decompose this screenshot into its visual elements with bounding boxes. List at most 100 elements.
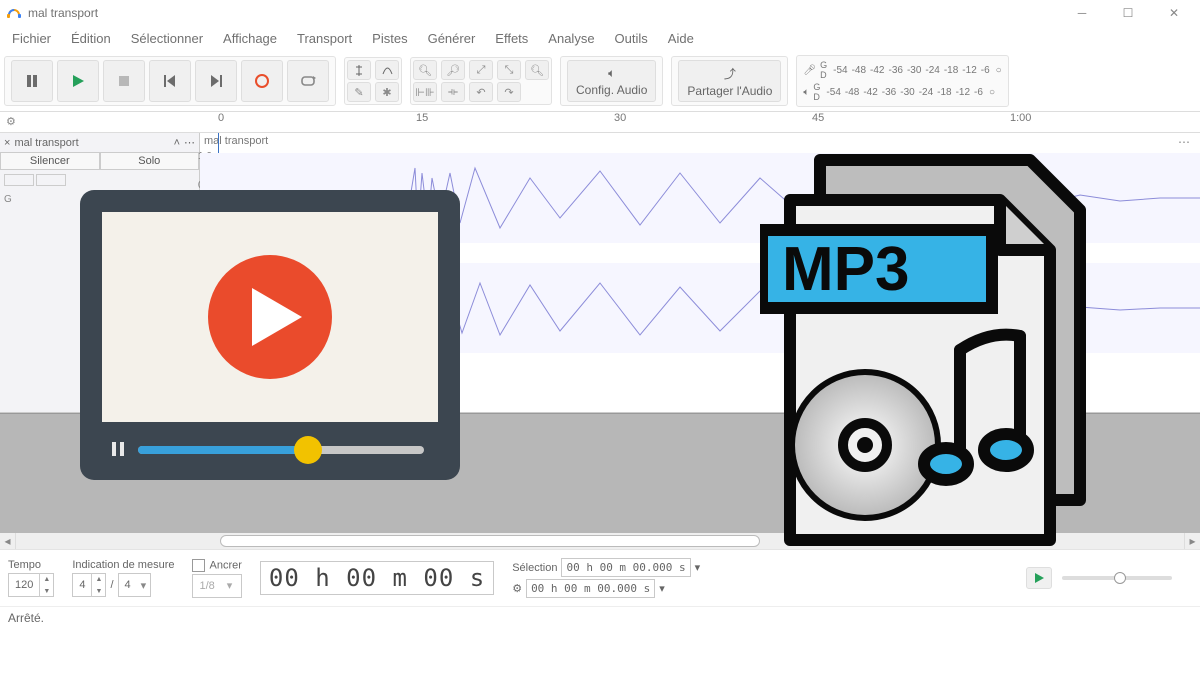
scroll-left-button[interactable]: ◂ bbox=[0, 533, 16, 549]
pan-slider[interactable] bbox=[36, 174, 66, 186]
share-audio-button[interactable]: ⤴ Partager l'Audio bbox=[678, 60, 781, 102]
speaker-meter-icon[interactable]: 🔈︎ bbox=[803, 87, 809, 98]
skip-end-button[interactable] bbox=[195, 60, 237, 102]
zoom-out-button[interactable]: 🔎︎ bbox=[441, 60, 465, 80]
timesig-separator: / bbox=[110, 579, 113, 591]
menu-selectionner[interactable]: Sélectionner bbox=[123, 28, 211, 49]
rec-meter-scale[interactable]: -54-48-42-36-30-24-18-12-6 bbox=[831, 65, 992, 76]
config-audio-button[interactable]: 🔈︎ Config. Audio bbox=[567, 60, 656, 102]
clip-menu-icon[interactable]: ⋯ bbox=[1178, 135, 1192, 149]
menu-aide[interactable]: Aide bbox=[660, 28, 702, 49]
waveform-left bbox=[200, 153, 1200, 243]
tempo-label: Tempo bbox=[8, 559, 54, 571]
fit-project-button[interactable]: ⤡ bbox=[497, 60, 521, 80]
rec-meter-clip-icon[interactable]: ○ bbox=[996, 65, 1002, 76]
selection-label: Sélection bbox=[512, 562, 557, 574]
config-audio-label: Config. Audio bbox=[576, 83, 647, 97]
selection-tool[interactable] bbox=[347, 60, 371, 80]
menu-fichier[interactable]: Fichier bbox=[4, 28, 59, 49]
selection-end-input[interactable]: 00 h 00 m 00.000 s bbox=[526, 579, 655, 598]
envelope-tool[interactable] bbox=[375, 60, 399, 80]
loop-button[interactable] bbox=[287, 60, 329, 102]
play-button[interactable] bbox=[57, 60, 99, 102]
slider-thumb-icon[interactable] bbox=[1114, 572, 1126, 584]
tools-toolbar: ✎ ✱ bbox=[344, 57, 402, 105]
meters-toolbar: 🎤︎ GD -54-48-42-36-30-24-18-12-6 ○ 🔈︎ GD… bbox=[796, 55, 1008, 107]
scroll-thumb[interactable] bbox=[220, 535, 760, 547]
window-minimize-button[interactable]: ─ bbox=[1062, 0, 1102, 26]
menu-effets[interactable]: Effets bbox=[487, 28, 536, 49]
selection-settings-icon[interactable]: ⚙ bbox=[512, 582, 522, 595]
menu-transport[interactable]: Transport bbox=[289, 28, 360, 49]
rec-meter-channel-label: GD bbox=[820, 60, 827, 80]
gain-channel-l-label: G bbox=[0, 190, 199, 209]
timesig-numerator-input[interactable]: 4▲▼ bbox=[72, 573, 106, 597]
play-meter-clip-icon[interactable]: ○ bbox=[989, 87, 995, 98]
mute-button[interactable]: Silencer bbox=[0, 152, 100, 170]
solo-button[interactable]: Solo bbox=[100, 152, 200, 170]
ruler-tick: 15 bbox=[416, 112, 428, 124]
selection-end-menu-icon[interactable]: ▾ bbox=[659, 582, 665, 595]
scroll-right-button[interactable]: ▸ bbox=[1184, 533, 1200, 549]
tempo-input[interactable]: 120▲▼ bbox=[8, 573, 54, 597]
track-header: × mal transport ˄ ⋯ Silencer Solo G bbox=[0, 133, 200, 412]
skip-start-button[interactable] bbox=[149, 60, 191, 102]
redo-button[interactable]: ↷ bbox=[497, 82, 521, 102]
empty-track-area[interactable] bbox=[0, 413, 1200, 533]
selection-start-input[interactable]: 00 h 00 m 00.000 s bbox=[561, 558, 690, 577]
track-menu-icon[interactable]: ⋯ bbox=[184, 136, 195, 149]
ruler-tick: 1:00 bbox=[1010, 112, 1031, 124]
stop-button[interactable] bbox=[103, 60, 145, 102]
multi-tool[interactable]: ✱ bbox=[375, 82, 399, 102]
play-at-speed-button[interactable] bbox=[1026, 567, 1052, 589]
play-meter-channel-label: GD bbox=[813, 82, 820, 102]
menu-pistes[interactable]: Pistes bbox=[364, 28, 415, 49]
track-collapse-icon[interactable]: ˄ bbox=[174, 137, 180, 149]
menu-generer[interactable]: Générer bbox=[420, 28, 484, 49]
horizontal-scrollbar[interactable]: ◂ ▸ bbox=[0, 533, 1200, 549]
track-close-button[interactable]: × bbox=[4, 137, 10, 149]
playback-speed-slider[interactable] bbox=[1062, 576, 1172, 580]
undo-button[interactable]: ↶ bbox=[469, 82, 493, 102]
menu-affichage[interactable]: Affichage bbox=[215, 28, 285, 49]
time-signature-label: Indication de mesure bbox=[72, 559, 174, 571]
clip-name-label: mal transport bbox=[204, 135, 268, 147]
transport-toolbar bbox=[4, 56, 336, 106]
gain-slider[interactable] bbox=[4, 174, 34, 186]
window-close-button[interactable]: ✕ bbox=[1154, 0, 1194, 26]
app-logo-icon bbox=[6, 5, 22, 21]
timeline-settings-icon[interactable]: ⚙ bbox=[6, 115, 16, 128]
ruler-tick: 0 bbox=[218, 112, 224, 124]
fit-selection-button[interactable]: ⤢ bbox=[469, 60, 493, 80]
play-meter-scale[interactable]: -54-48-42-36-30-24-18-12-6 bbox=[824, 87, 985, 98]
mic-icon[interactable]: 🎤︎ bbox=[803, 65, 816, 76]
track-waveform-area[interactable]: mal transport ⋯ 1,00,5 bbox=[200, 133, 1200, 412]
snap-value-dropdown[interactable]: 1/8▾ bbox=[192, 574, 241, 598]
silence-button[interactable]: ⟛ bbox=[441, 82, 465, 102]
timeline-ruler[interactable]: ⚙ 0 15 30 45 1:00 bbox=[0, 111, 1200, 133]
speaker-icon: 🔈︎ bbox=[608, 66, 615, 81]
trim-button[interactable]: ⊩⊪ bbox=[413, 82, 437, 102]
draw-tool[interactable]: ✎ bbox=[347, 82, 371, 102]
window-maximize-button[interactable]: ☐ bbox=[1108, 0, 1148, 26]
timesig-denominator-input[interactable]: 4▾ bbox=[118, 573, 152, 597]
zoom-toolbar: 🔍︎ ⊩⊪ 🔎︎ ⟛ ⤢ ↶ ⤡ ↷ 🔍︎ bbox=[410, 57, 552, 105]
menu-outils[interactable]: Outils bbox=[607, 28, 656, 49]
audio-setup-toolbar: 🔈︎ Config. Audio bbox=[560, 56, 663, 106]
record-button[interactable] bbox=[241, 60, 283, 102]
menu-edition[interactable]: Édition bbox=[63, 28, 119, 49]
anchor-checkbox[interactable] bbox=[192, 559, 205, 572]
upload-icon: ⤴ bbox=[724, 65, 736, 82]
zoom-in-button[interactable]: 🔍︎ bbox=[413, 60, 437, 80]
main-time-display[interactable]: 00 h 00 m 00 s bbox=[260, 561, 494, 595]
window-title: mal transport bbox=[28, 6, 98, 20]
zoom-toggle-button[interactable]: 🔍︎ bbox=[525, 60, 549, 80]
share-audio-label: Partager l'Audio bbox=[687, 84, 772, 98]
ruler-tick: 45 bbox=[812, 112, 824, 124]
pause-button[interactable] bbox=[11, 60, 53, 102]
menu-analyse[interactable]: Analyse bbox=[540, 28, 602, 49]
menu-bar: Fichier Édition Sélectionner Affichage T… bbox=[0, 26, 1200, 51]
waveform-right bbox=[200, 263, 1200, 353]
ruler-tick: 30 bbox=[614, 112, 626, 124]
selection-start-menu-icon[interactable]: ▾ bbox=[695, 561, 701, 574]
